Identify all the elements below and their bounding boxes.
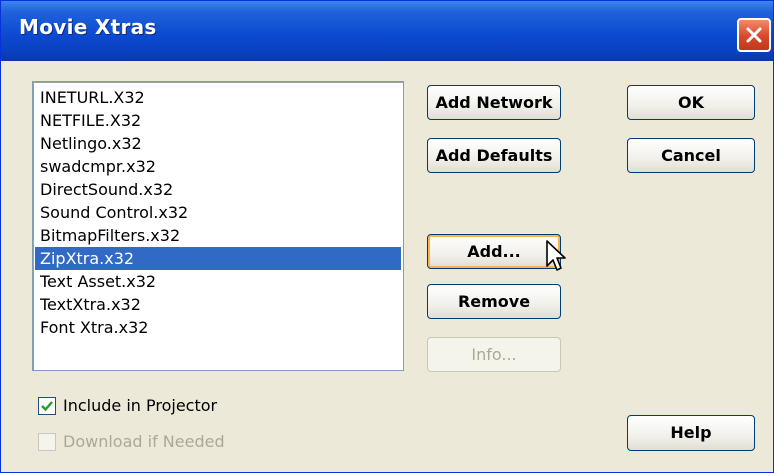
download-if-needed-checkbox[interactable] <box>38 433 56 451</box>
list-item[interactable]: DirectSound.x32 <box>35 178 401 201</box>
list-item[interactable]: swadcmpr.x32 <box>35 155 401 178</box>
remove-button[interactable]: Remove <box>427 284 561 319</box>
movie-xtras-dialog: Movie Xtras INETURL.X32 NETFILE.X32 Netl… <box>0 0 774 473</box>
include-in-projector-checkbox[interactable] <box>38 397 56 415</box>
list-item[interactable]: INETURL.X32 <box>35 86 401 109</box>
ok-button[interactable]: OK <box>627 85 755 120</box>
list-item[interactable]: BitmapFilters.x32 <box>35 224 401 247</box>
cancel-button[interactable]: Cancel <box>627 138 755 173</box>
list-item[interactable]: Netlingo.x32 <box>35 132 401 155</box>
checkmark-icon <box>41 401 53 412</box>
list-item-selected[interactable]: ZipXtra.x32 <box>35 247 401 270</box>
list-item[interactable]: Font Xtra.x32 <box>35 316 401 339</box>
list-item[interactable]: Sound Control.x32 <box>35 201 401 224</box>
info-button[interactable]: Info... <box>427 337 561 372</box>
close-button[interactable] <box>737 18 771 52</box>
list-item[interactable]: TextXtra.x32 <box>35 293 401 316</box>
list-item[interactable]: NETFILE.X32 <box>35 109 401 132</box>
title-bar[interactable]: Movie Xtras <box>1 1 773 61</box>
add-button[interactable]: Add... <box>427 234 561 269</box>
include-in-projector-label[interactable]: Include in Projector <box>63 396 217 415</box>
mouse-cursor-icon <box>546 240 566 271</box>
add-defaults-button[interactable]: Add Defaults <box>427 138 561 173</box>
add-network-button[interactable]: Add Network <box>427 85 561 120</box>
window-title: Movie Xtras <box>19 15 157 39</box>
close-icon <box>746 27 762 43</box>
download-if-needed-label[interactable]: Download if Needed <box>63 432 225 451</box>
xtras-listbox[interactable]: INETURL.X32 NETFILE.X32 Netlingo.x32 swa… <box>32 81 404 371</box>
list-item[interactable]: Text Asset.x32 <box>35 270 401 293</box>
help-button[interactable]: Help <box>627 415 755 451</box>
